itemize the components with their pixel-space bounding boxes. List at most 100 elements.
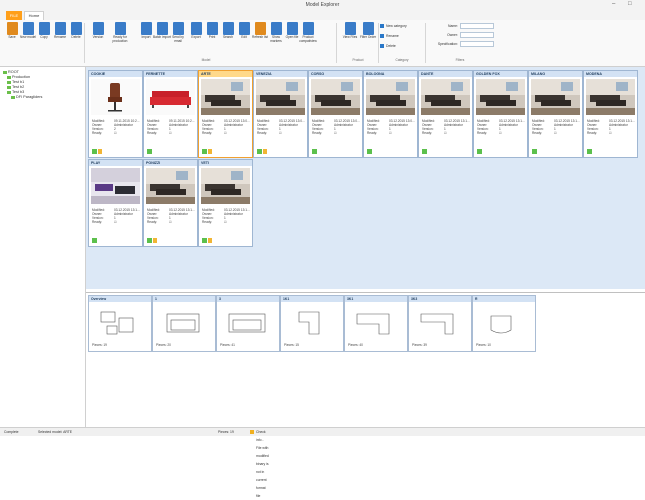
- model-meta-values: 03.12.2015 13:1... Administrator 1 ☑: [169, 208, 195, 224]
- folder-icon: [7, 75, 11, 79]
- status-green-icon: [367, 149, 372, 154]
- filter-name-input[interactable]: [460, 23, 494, 29]
- filter-owner-label: Owner:: [447, 33, 458, 37]
- model-meta-values: 03.12.2015 13:1... Administrator 1 ☑: [224, 208, 250, 224]
- ribbon-separator: [378, 23, 379, 63]
- tree-item-label: DFI Paragliders: [16, 95, 43, 99]
- rename-category-button[interactable]: Rename: [380, 34, 399, 39]
- part-card[interactable]: 3K1 Pieces: 40: [344, 295, 408, 352]
- part-card[interactable]: 1 Pieces: 20: [152, 295, 216, 352]
- part-pieces: Pieces: 19: [92, 343, 107, 347]
- part-card[interactable]: 1K1 Pieces: 15: [280, 295, 344, 352]
- part-card-title: 3K1: [345, 296, 407, 302]
- status-green-icon: [532, 149, 537, 154]
- new-model-icon: [22, 22, 34, 35]
- version-button[interactable]: Version: [88, 22, 108, 40]
- tree-item-label: Test b2: [12, 85, 25, 89]
- ribbon-button-label: Import: [141, 35, 151, 39]
- filter-owner-input[interactable]: [460, 32, 494, 38]
- model-thumbnail: [366, 79, 415, 115]
- filter-order-button[interactable]: Filter Order: [358, 22, 378, 40]
- delete-button[interactable]: Delete: [66, 22, 86, 40]
- model-card[interactable]: VETI Modified: Owner: Version: Ready: 03.1…: [198, 159, 253, 247]
- model-meta-values: 03.12.2015 13:1... Administrator 1 ☑: [609, 119, 635, 135]
- group-category-label: Category: [395, 58, 409, 62]
- send-by-email-button[interactable]: Send by email: [168, 22, 188, 43]
- part-card-title: R: [473, 296, 535, 302]
- product-compatiview-button[interactable]: Product compatiview: [298, 22, 318, 43]
- model-meta-labels: Modified: Owner: Version: Ready:: [92, 119, 105, 135]
- open-file-icon: [286, 22, 298, 35]
- status-green-icon: [202, 149, 207, 154]
- model-card[interactable]: PLAY Modified: Owner: Version: Ready: 03.1…: [88, 159, 143, 247]
- status-green-icon: [92, 149, 97, 154]
- model-meta-labels: Modified: Owner: Version: Ready:: [202, 208, 215, 224]
- ribbon-button-label: Open file: [285, 35, 299, 39]
- tree-item[interactable]: ROOT: [3, 70, 19, 74]
- edit-pencil-icon: [208, 238, 212, 243]
- model-card[interactable]: PONIZZI Modified: Owner: Version: Ready: 0…: [143, 159, 198, 247]
- model-card[interactable]: COOKIE Modified: Owner: Version: Ready: 09…: [88, 70, 143, 158]
- model-card-title: BOLOGNA: [364, 71, 417, 77]
- model-thumbnail: [531, 79, 580, 115]
- model-thumbnail: [91, 79, 140, 115]
- model-meta-values: 03.12.2015 13:0... Administrator 1 ☑: [224, 119, 250, 135]
- tree-item[interactable]: Test b1: [7, 80, 24, 84]
- delete-icon: [70, 22, 82, 35]
- model-card[interactable]: CORSO Modified: Owner: Version: Ready: 03.…: [308, 70, 363, 158]
- edit-pencil-icon: [153, 238, 157, 243]
- model-card[interactable]: GOLDEN FOX Modified: Owner: Version: Read…: [473, 70, 528, 158]
- model-card[interactable]: FERNETTE Modified: Owner: Version: Ready:…: [143, 70, 198, 158]
- status-green-icon: [312, 149, 317, 154]
- group-model-label: Model: [201, 58, 211, 62]
- part-card-title: 3: [217, 296, 279, 302]
- status-green-icon: [147, 238, 152, 243]
- model-meta-values: 09.11.2015 10:2... Administrator 2 ☑: [114, 119, 140, 135]
- ready-for-production-button[interactable]: Ready for production: [110, 22, 130, 43]
- part-pieces: Pieces: 20: [156, 343, 171, 347]
- tab-home[interactable]: Home: [24, 11, 44, 20]
- delete-category-button[interactable]: Delete: [380, 44, 396, 49]
- ribbon-button-label: Save: [8, 35, 16, 39]
- new-category-button[interactable]: New category: [380, 24, 407, 29]
- copy-icon: [38, 22, 50, 35]
- status-green-icon: [257, 149, 262, 154]
- part-card[interactable]: 3 Pieces: 41: [216, 295, 280, 352]
- version-icon: [92, 22, 104, 35]
- model-meta-labels: Modified: Owner: Version: Ready:: [367, 119, 380, 135]
- model-card[interactable]: DANTE Modified: Owner: Version: Ready: 03.…: [418, 70, 473, 158]
- tab-file[interactable]: FILE: [6, 11, 22, 20]
- tree-item[interactable]: Test b2: [7, 85, 24, 89]
- model-card[interactable]: MILANO Modified: Owner: Version: Ready: 03…: [528, 70, 583, 158]
- model-card-title: GOLDEN FOX: [474, 71, 527, 77]
- model-card[interactable]: MODENA Modified: Owner: Version: Ready: 03…: [583, 70, 638, 158]
- model-thumbnail: [201, 79, 250, 115]
- ready-icon: [114, 22, 126, 35]
- part-card[interactable]: 3K3 Pieces: 39: [408, 295, 472, 352]
- model-card-title: ARTE: [199, 71, 252, 77]
- category-tree: ROOT Production Test b1 Test b2 Test b3 DFI P…: [0, 67, 86, 427]
- part-card[interactable]: Overview Pieces: 19: [88, 295, 152, 352]
- tree-item[interactable]: DFI Paragliders: [11, 95, 42, 99]
- view-files-button[interactable]: View Files: [340, 22, 360, 40]
- filter-name-label: Name:: [448, 24, 458, 28]
- model-gallery: COOKIE Modified: Owner: Version: Ready: 09…: [86, 67, 645, 289]
- minimize-button[interactable]: –: [612, 1, 615, 7]
- maximize-button[interactable]: □: [628, 1, 632, 7]
- refresh-icon: [254, 22, 266, 35]
- tree-item[interactable]: Production: [7, 75, 30, 79]
- model-card[interactable]: BOLOGNA Modified: Owner: Version: Ready: 0…: [363, 70, 418, 158]
- tree-item[interactable]: Test b3: [7, 90, 24, 94]
- ribbon: Model Product Category Filters New categ…: [0, 20, 645, 67]
- parts-panel: Overview Pieces: 19 1 Pieces: 20 3 Pieces: 41…: [86, 292, 645, 425]
- model-card[interactable]: ARTE Modified: Owner: Version: Ready: 03.1…: [198, 70, 253, 158]
- status-green-icon: [587, 149, 592, 154]
- model-meta-values: 03.12.2015 13:0... Administrator 1 ☑: [334, 119, 360, 135]
- part-card[interactable]: R Pieces: 10: [472, 295, 536, 352]
- folder-icon: [11, 95, 15, 99]
- model-meta-values: 03.12.2015 13:1... Administrator 1 ☑: [499, 119, 525, 135]
- filter-specification-input[interactable]: [460, 41, 494, 47]
- tree-item-label: ROOT: [8, 70, 19, 74]
- ribbon-button-label: Product compatiview: [299, 35, 317, 43]
- model-card[interactable]: VENEZIA Modified: Owner: Version: Ready: 0…: [253, 70, 308, 158]
